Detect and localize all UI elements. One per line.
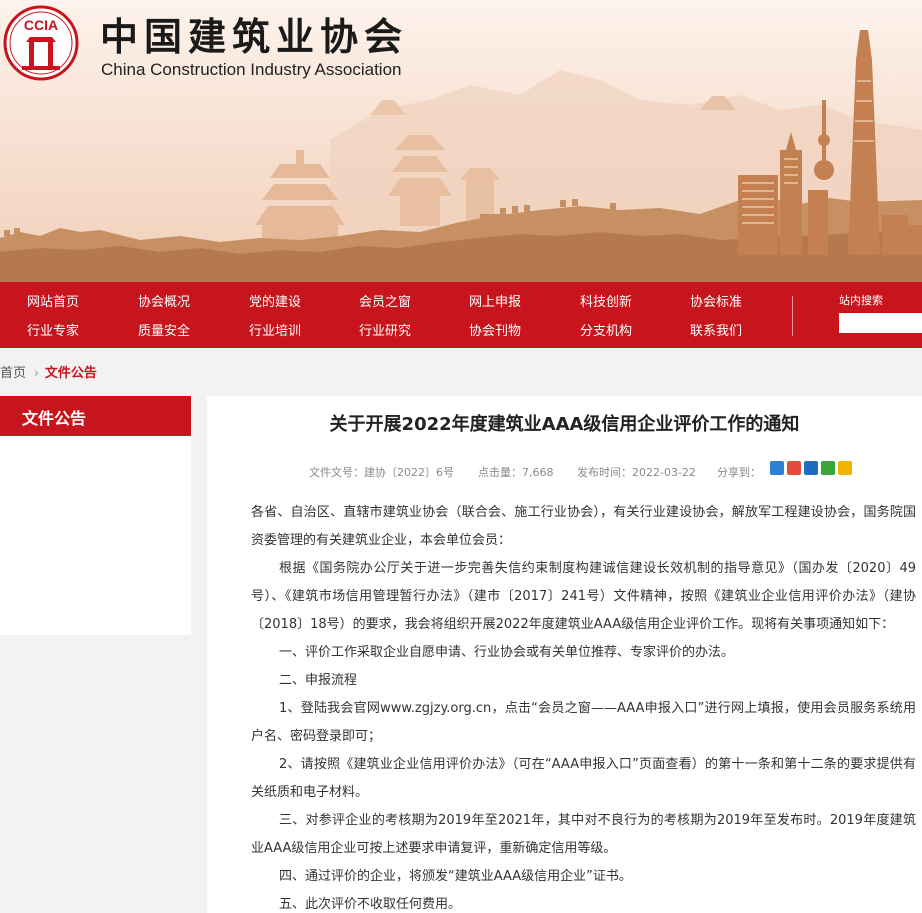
weibo-icon[interactable] — [787, 461, 801, 475]
nav-item-members[interactable]: 会员之窗 — [359, 291, 411, 310]
site-title-en: China Construction Industry Association — [101, 60, 402, 79]
article-paragraph: 1、登陆我会官网www.zgjzy.org.cn，点击“会员之窗——AAA申报入… — [251, 701, 916, 744]
search-label: 站内搜索 — [839, 294, 883, 307]
article-paragraph: 根据《国务院办公厅关于进一步完善失信约束制度构建诚信建设长效机制的指导意见》（国… — [251, 561, 916, 632]
nav-divider — [792, 296, 793, 336]
nav-item-innovation[interactable]: 科技创新 — [580, 291, 632, 310]
ccia-logo[interactable]: CCIA — [2, 4, 80, 82]
meta-publish-date: 发布时间：2022-03-22 — [577, 466, 696, 479]
breadcrumb-current[interactable]: 文件公告 — [45, 366, 97, 381]
nav-item-publications[interactable]: 协会刊物 — [469, 320, 521, 339]
nav-item-contact[interactable]: 联系我们 — [690, 320, 742, 339]
qzone-icon[interactable] — [838, 461, 852, 475]
nav-item-experts[interactable]: 行业专家 — [27, 320, 79, 339]
article-paragraph: 一、评价工作采取企业自愿申请、行业协会或有关单位推荐、专家评价的办法。 — [279, 645, 735, 660]
nav-item-research[interactable]: 行业研究 — [359, 320, 411, 339]
nav-item-training[interactable]: 行业培训 — [249, 320, 301, 339]
breadcrumb: 首页 › 文件公告 — [0, 362, 97, 381]
article-paragraph: 二、申报流程 — [279, 673, 358, 688]
article-paragraph: 2、请按照《建筑业企业信用评价办法》（可在“AAA申报入口”页面查看）的第十一条… — [251, 757, 916, 800]
svg-text:CCIA: CCIA — [24, 17, 58, 33]
nav-item-party[interactable]: 党的建设 — [249, 291, 301, 310]
nav-item-overview[interactable]: 协会概况 — [138, 291, 190, 310]
meta-share-label: 分享到： — [717, 466, 761, 479]
nav-item-quality-safety[interactable]: 质量安全 — [138, 320, 190, 339]
sidebar-title[interactable]: 文件公告 — [0, 396, 191, 436]
wechat-icon[interactable] — [821, 461, 835, 475]
nav-item-standards[interactable]: 协会标准 — [690, 291, 742, 310]
header-banner: CCIA 中国建筑业协会 China Construction Industry… — [0, 0, 922, 282]
article-paragraph: 四、通过评价的企业，将颁发“建筑业AAA级信用企业”证书。 — [279, 869, 632, 884]
article: 关于开展2022年度建筑业AAA级信用企业评价工作的通知 文件文号：建协〔202… — [207, 396, 922, 913]
nav-item-online-apply[interactable]: 网上申报 — [469, 291, 521, 310]
search-input[interactable] — [839, 313, 922, 333]
share-icons — [770, 461, 852, 475]
nav-item-branches[interactable]: 分支机构 — [580, 320, 632, 339]
article-paragraph: 各省、自治区、直辖市建筑业协会（联合会、施工行业协会），有关行业建设协会，解放军… — [251, 505, 916, 548]
article-paragraph: 五、此次评价不收取任何费用。 — [279, 897, 462, 912]
article-title: 关于开展2022年度建筑业AAA级信用企业评价工作的通知 — [329, 414, 800, 435]
nav-item-home[interactable]: 网站首页 — [27, 291, 79, 310]
meta-doc-number: 文件文号：建协〔2022〕6号 — [309, 466, 454, 479]
site-title-cn: 中国建筑业协会 — [100, 15, 409, 59]
breadcrumb-home[interactable]: 首页 — [0, 366, 26, 381]
article-paragraph: 三、对参评企业的考核期为2019年至2021年，其中对不良行为的考核期为2019… — [251, 813, 916, 856]
sidebar: 文件公告 — [0, 396, 191, 635]
renren-icon[interactable] — [804, 461, 818, 475]
breadcrumb-separator: › — [34, 366, 39, 380]
plus-share-icon[interactable] — [770, 461, 784, 475]
meta-views: 点击量：7,668 — [478, 466, 554, 479]
